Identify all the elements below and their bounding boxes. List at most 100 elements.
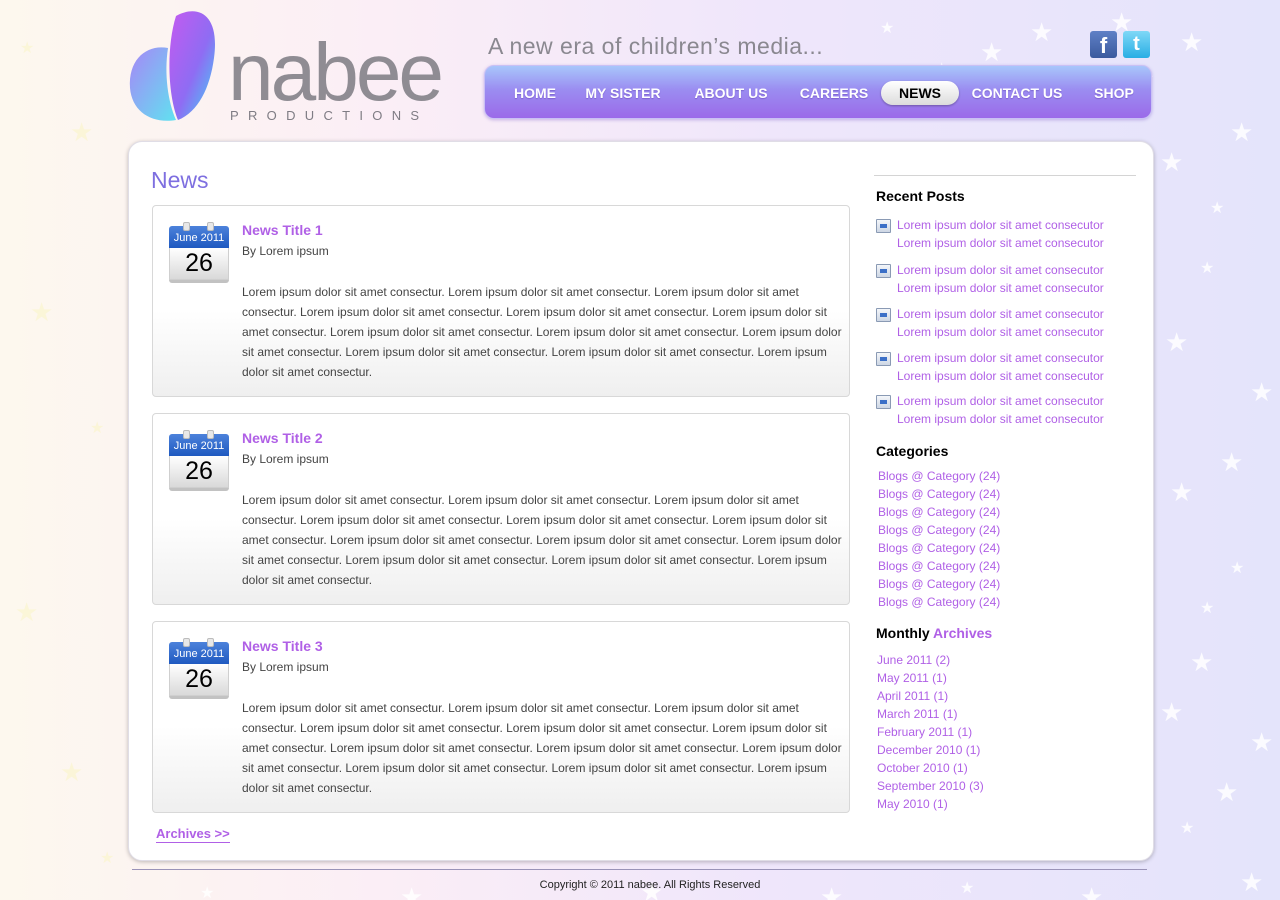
archive-link[interactable]: February 2011 (1) xyxy=(877,725,972,739)
post-icon xyxy=(876,308,891,322)
star-decoration-icon: ★ xyxy=(30,298,54,328)
recent-post-text: Lorem ipsum dolor sit amet consecutor Lo… xyxy=(897,305,1137,341)
nav-item-news[interactable]: NEWS xyxy=(881,81,959,105)
post-icon xyxy=(876,219,891,233)
page-wrapper: nabee PRODUCTIONS A new era of children’… xyxy=(128,0,1154,900)
star-decoration-icon: ★ xyxy=(1170,478,1194,508)
monthly-archives-heading: Monthly Archives xyxy=(876,625,992,641)
category-link[interactable]: Blogs @ Category (24) xyxy=(878,523,1000,537)
archive-link[interactable]: May 2010 (1) xyxy=(877,797,948,811)
calendar-ring xyxy=(183,222,190,231)
logo-subtitle: PRODUCTIONS xyxy=(230,108,429,123)
nav-item-my-sister[interactable]: MY SISTER xyxy=(577,81,669,105)
news-body: Lorem ipsum dolor sit amet consectur. Lo… xyxy=(242,701,842,795)
category-link[interactable]: Blogs @ Category (24) xyxy=(878,577,1000,591)
main-navigation: HOME MY SISTER ABOUT US CAREERS NEWS CON… xyxy=(484,65,1152,119)
recent-post-line[interactable]: Lorem ipsum dolor sit amet consecutor xyxy=(897,234,1137,252)
news-item: June 2011 26 News Title 2 By Lorem ipsum… xyxy=(152,413,850,605)
star-decoration-icon: ★ xyxy=(1180,28,1204,58)
category-link[interactable]: Blogs @ Category (24) xyxy=(878,469,1000,483)
star-decoration-icon: ★ xyxy=(1180,818,1195,837)
content-panel: News June 2011 26 News Title 1 By Lorem … xyxy=(128,141,1154,861)
star-decoration-icon: ★ xyxy=(1230,118,1254,148)
archive-link[interactable]: September 2010 (3) xyxy=(877,779,984,793)
star-decoration-icon: ★ xyxy=(20,38,35,57)
recent-post-line[interactable]: Lorem ipsum dolor sit amet consecutor xyxy=(897,216,1137,234)
star-decoration-icon: ★ xyxy=(1200,598,1215,617)
news-title-link[interactable]: News Title 2 xyxy=(242,430,323,446)
news-author: By Lorem ipsum xyxy=(242,660,329,674)
post-icon xyxy=(876,264,891,278)
archive-link[interactable]: March 2011 (1) xyxy=(877,707,957,721)
calendar-day: 26 xyxy=(169,248,229,280)
star-decoration-icon: ★ xyxy=(1190,648,1214,678)
news-title-link[interactable]: News Title 1 xyxy=(242,222,323,238)
recent-post-line[interactable]: Lorem ipsum dolor sit amet consecutor xyxy=(897,323,1137,341)
archive-link[interactable]: October 2010 (1) xyxy=(877,761,968,775)
recent-post-text: Lorem ipsum dolor sit amet consecutor Lo… xyxy=(897,216,1137,252)
calendar-shadow xyxy=(169,488,229,491)
calendar-icon: June 2011 26 xyxy=(169,430,229,491)
calendar-ring xyxy=(207,222,214,231)
news-author: By Lorem ipsum xyxy=(242,244,329,258)
category-link[interactable]: Blogs @ Category (24) xyxy=(878,595,1000,609)
star-decoration-icon: ★ xyxy=(1250,378,1274,408)
archives-link[interactable]: Archives >> xyxy=(156,826,230,843)
archive-link[interactable]: May 2011 (1) xyxy=(877,671,947,685)
recent-post-line[interactable]: Lorem ipsum dolor sit amet consecutor xyxy=(897,392,1137,410)
calendar-month: June 2011 xyxy=(169,642,229,664)
star-decoration-icon: ★ xyxy=(1215,778,1239,808)
archive-link[interactable]: June 2011 (2) xyxy=(877,653,950,667)
news-body: Lorem ipsum dolor sit amet consectur. Lo… xyxy=(242,285,842,379)
star-decoration-icon: ★ xyxy=(1160,698,1184,728)
category-link[interactable]: Blogs @ Category (24) xyxy=(878,505,1000,519)
news-item: June 2011 26 News Title 1 By Lorem ipsum… xyxy=(152,205,850,397)
archives-heading-part: Monthly xyxy=(876,625,930,641)
star-decoration-icon: ★ xyxy=(90,418,105,437)
post-icon xyxy=(876,352,891,366)
star-decoration-icon: ★ xyxy=(1165,328,1189,358)
category-link[interactable]: Blogs @ Category (24) xyxy=(878,559,1000,573)
calendar-month: June 2011 xyxy=(169,434,229,456)
category-link[interactable]: Blogs @ Category (24) xyxy=(878,541,1000,555)
twitter-icon[interactable]: t xyxy=(1123,31,1150,58)
category-link[interactable]: Blogs @ Category (24) xyxy=(878,487,1000,501)
news-title-link[interactable]: News Title 3 xyxy=(242,638,323,654)
calendar-day: 26 xyxy=(169,664,229,696)
recent-post-line[interactable]: Lorem ipsum dolor sit amet consecutor xyxy=(897,305,1137,323)
recent-post-line[interactable]: Lorem ipsum dolor sit amet consecutor xyxy=(897,367,1137,385)
star-decoration-icon: ★ xyxy=(15,598,39,628)
logo[interactable]: nabee PRODUCTIONS xyxy=(128,8,468,128)
calendar-ring xyxy=(207,430,214,439)
star-decoration-icon: ★ xyxy=(1250,728,1274,758)
copyright-text: Copyright © 2011 nabee. All Rights Reser… xyxy=(539,879,761,891)
sidebar-divider xyxy=(874,175,1136,176)
nav-item-about-us[interactable]: ABOUT US xyxy=(685,81,777,105)
nav-item-careers[interactable]: CAREERS xyxy=(790,81,878,105)
nav-item-home[interactable]: HOME xyxy=(503,81,567,105)
recent-post-line[interactable]: Lorem ipsum dolor sit amet consecutor xyxy=(897,410,1137,428)
recent-post-line[interactable]: Lorem ipsum dolor sit amet consecutor xyxy=(897,261,1137,279)
calendar-shadow xyxy=(169,696,229,699)
recent-post-line[interactable]: Lorem ipsum dolor sit amet consecutor xyxy=(897,349,1137,367)
recent-post-line[interactable]: Lorem ipsum dolor sit amet consecutor xyxy=(897,279,1137,297)
calendar-icon: June 2011 26 xyxy=(169,638,229,699)
news-author: By Lorem ipsum xyxy=(242,452,329,466)
star-decoration-icon: ★ xyxy=(1230,558,1245,577)
nav-item-contact-us[interactable]: CONTACT US xyxy=(963,81,1071,105)
news-body: Lorem ipsum dolor sit amet consectur. Lo… xyxy=(242,493,842,587)
nav-item-shop[interactable]: SHOP xyxy=(1082,81,1146,105)
footer-divider xyxy=(132,869,1147,870)
calendar-shadow xyxy=(169,280,229,283)
calendar-icon: June 2011 26 xyxy=(169,222,229,283)
butterfly-logo-icon xyxy=(129,11,216,121)
tagline: A new era of children’s media... xyxy=(488,33,824,59)
star-decoration-icon: ★ xyxy=(1200,258,1215,277)
archive-link[interactable]: April 2011 (1) xyxy=(877,689,948,703)
recent-post-text: Lorem ipsum dolor sit amet consecutor Lo… xyxy=(897,349,1137,385)
archive-link[interactable]: December 2010 (1) xyxy=(877,743,980,757)
facebook-icon[interactable]: f xyxy=(1090,31,1117,58)
recent-post-text: Lorem ipsum dolor sit amet consecutor Lo… xyxy=(897,392,1137,428)
calendar-ring xyxy=(183,638,190,647)
star-decoration-icon: ★ xyxy=(1240,868,1264,898)
